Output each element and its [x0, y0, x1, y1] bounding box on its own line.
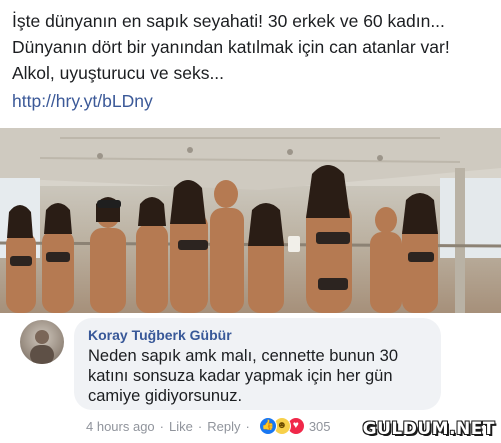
site-watermark: GULDUM.NET — [362, 419, 495, 439]
post-photo[interactable] — [0, 128, 501, 313]
separator: · — [159, 418, 165, 434]
post-link[interactable]: http://hry.yt/bLDny — [12, 88, 153, 114]
party-photo-illustration — [0, 128, 501, 313]
like-icon: 👍 — [258, 417, 277, 435]
like-link[interactable]: Like — [169, 419, 193, 434]
separator: · — [197, 418, 203, 434]
reply-link[interactable]: Reply — [207, 419, 240, 434]
reactions-summary[interactable]: 👍 ☻ ♥ — [258, 417, 305, 435]
commenter-avatar[interactable] — [20, 320, 64, 364]
person-photo-icon — [30, 330, 54, 364]
comment-timestamp[interactable]: 4 hours ago — [86, 419, 155, 434]
comment-author[interactable]: Koray Tuğberk Gübür — [88, 327, 232, 343]
post-text: İşte dünyanın en sapık seyahati! 30 erke… — [12, 11, 450, 83]
separator: · — [245, 418, 250, 434]
comment-text: Neden sapık amk malı, cennette bunun 30 … — [88, 347, 399, 405]
reaction-count[interactable]: 305 — [309, 419, 331, 434]
comment-actions: 4 hours ago · Like · Reply · 👍 ☻ ♥ 305 — [86, 417, 331, 435]
